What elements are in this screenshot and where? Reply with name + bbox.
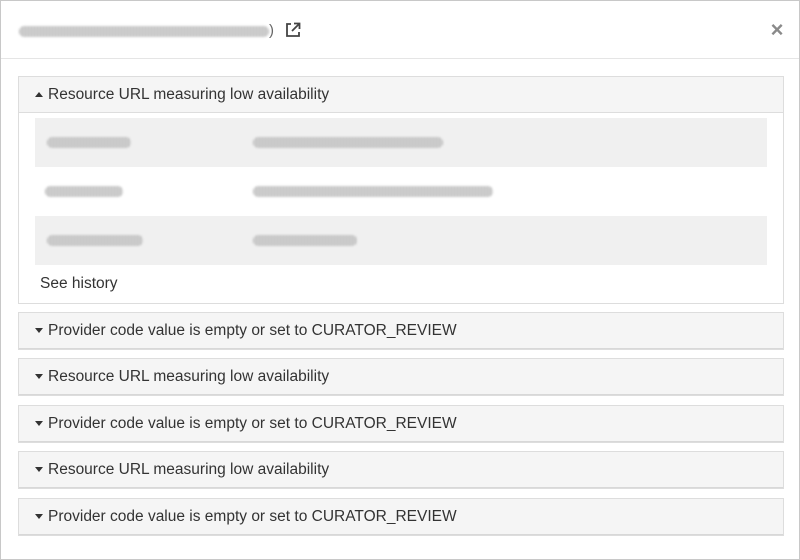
detail-value-redacted xyxy=(253,235,357,247)
caret-down-icon xyxy=(35,328,43,333)
caret-down-icon xyxy=(35,467,43,472)
modal-title-tail: ) xyxy=(269,22,274,39)
caret-down-icon xyxy=(35,421,43,426)
see-history-link[interactable]: See history xyxy=(40,275,118,293)
detail-key-redacted xyxy=(47,137,131,149)
accordion-panel-3: Resource URL measuring low availability xyxy=(18,358,784,396)
detail-key-redacted xyxy=(47,235,143,247)
accordion-panel-4: Provider code value is empty or set to C… xyxy=(18,405,784,443)
accordion-heading-label: Provider code value is empty or set to C… xyxy=(48,414,457,432)
caret-down-icon xyxy=(35,514,43,519)
accordion-heading-3[interactable]: Resource URL measuring low availability xyxy=(19,359,783,395)
accordion-heading-label: Resource URL measuring low availability xyxy=(48,367,330,385)
accordion-heading-1[interactable]: Resource URL measuring low availability xyxy=(19,77,783,113)
accordion-panel-6: Provider code value is empty or set to C… xyxy=(18,498,784,536)
detail-row xyxy=(35,118,767,167)
redacted-text xyxy=(19,25,269,37)
accordion-heading-6[interactable]: Provider code value is empty or set to C… xyxy=(19,499,783,535)
accordion-heading-label: Resource URL measuring low availability xyxy=(48,85,330,103)
close-icon[interactable]: × xyxy=(767,19,787,41)
external-link-icon[interactable] xyxy=(284,21,302,39)
caret-down-icon xyxy=(35,374,43,379)
accordion-heading-5[interactable]: Resource URL measuring low availability xyxy=(19,452,783,488)
detail-row xyxy=(35,167,767,216)
accordion-heading-label: Provider code value is empty or set to C… xyxy=(48,507,457,525)
accordion-heading-label: Provider code value is empty or set to C… xyxy=(48,321,457,339)
detail-key-redacted xyxy=(45,186,123,198)
caret-up-icon xyxy=(35,92,43,97)
accordion-heading-label: Resource URL measuring low availability xyxy=(48,460,330,478)
modal-title-redacted xyxy=(19,22,275,40)
accordion-panel-2: Provider code value is empty or set to C… xyxy=(18,312,784,350)
accordion-body-1: See history xyxy=(19,113,783,302)
accordion-heading-2[interactable]: Provider code value is empty or set to C… xyxy=(19,313,783,349)
detail-value-redacted xyxy=(253,137,443,149)
modal-header: ) × xyxy=(1,1,799,59)
detail-value-redacted xyxy=(253,186,493,198)
accordion-heading-4[interactable]: Provider code value is empty or set to C… xyxy=(19,406,783,442)
accordion-panel-5: Resource URL measuring low availability xyxy=(18,451,784,489)
accordion-panel-1: Resource URL measuring low availability xyxy=(18,76,784,304)
details-modal: ) × Resource URL measuring low availabil… xyxy=(0,0,800,560)
detail-row xyxy=(35,216,767,265)
